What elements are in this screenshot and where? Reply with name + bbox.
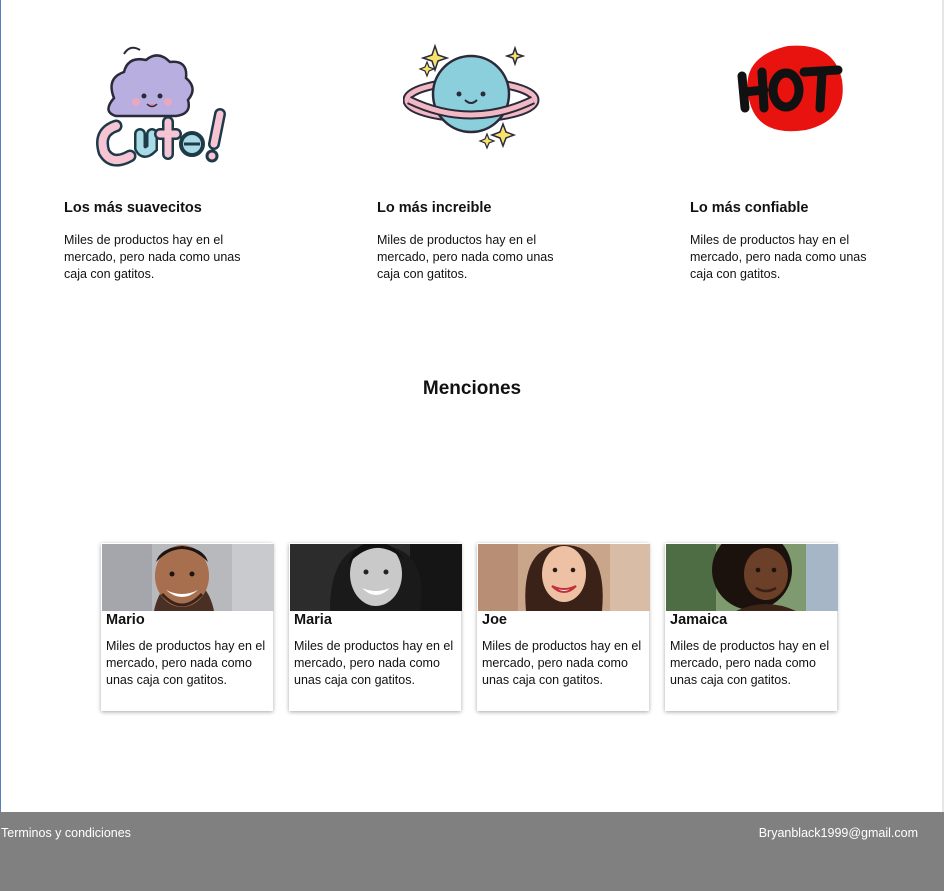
- avatar: [102, 544, 274, 611]
- hot-sticker-icon: [734, 38, 846, 168]
- feature-text: Miles de productos hay en el mercado, pe…: [377, 233, 554, 281]
- mention-name: Joe: [482, 612, 507, 628]
- feature-title: Lo más increible: [377, 200, 492, 216]
- feature-text: Miles de productos hay en el mercado, pe…: [64, 233, 241, 281]
- feature-title: Los más suavecitos: [64, 200, 202, 216]
- mention-card-maria: Maria Miles de productos hay en el merca…: [289, 543, 462, 711]
- avatar: [666, 544, 838, 611]
- page-left-border: [0, 0, 1, 812]
- feature-title: Lo más confiable: [690, 200, 809, 216]
- mention-text: Miles de productos hay en el mercado, pe…: [482, 639, 642, 687]
- avatar: [290, 544, 462, 611]
- mention-text: Miles de productos hay en el mercado, pe…: [670, 639, 830, 687]
- mention-text: Miles de productos hay en el mercado, pe…: [106, 639, 266, 687]
- mention-name: Jamaica: [670, 612, 728, 628]
- feature-text: Miles de productos hay en el mercado, pe…: [690, 233, 867, 281]
- mention-name: Maria: [294, 612, 332, 628]
- mention-name: Mario: [106, 612, 145, 628]
- terms-link[interactable]: Terminos y condiciones: [1, 826, 131, 840]
- planet-sticker-icon: [402, 38, 543, 168]
- email-link[interactable]: Bryanblack1999@gmail.com: [759, 826, 918, 840]
- mention-card-joe: Joe Miles de productos hay en el mercado…: [477, 543, 650, 711]
- cute-sticker-icon: [84, 38, 244, 168]
- mention-card-mario: Mario Miles de productos hay en el merca…: [101, 543, 274, 711]
- mention-card-jamaica: Jamaica Miles de productos hay en el mer…: [665, 543, 838, 711]
- avatar: [478, 544, 650, 611]
- mention-text: Miles de productos hay en el mercado, pe…: [294, 639, 454, 687]
- footer: Terminos y condiciones Bryanblack1999@gm…: [0, 812, 944, 891]
- mentions-title: Menciones: [422, 378, 522, 399]
